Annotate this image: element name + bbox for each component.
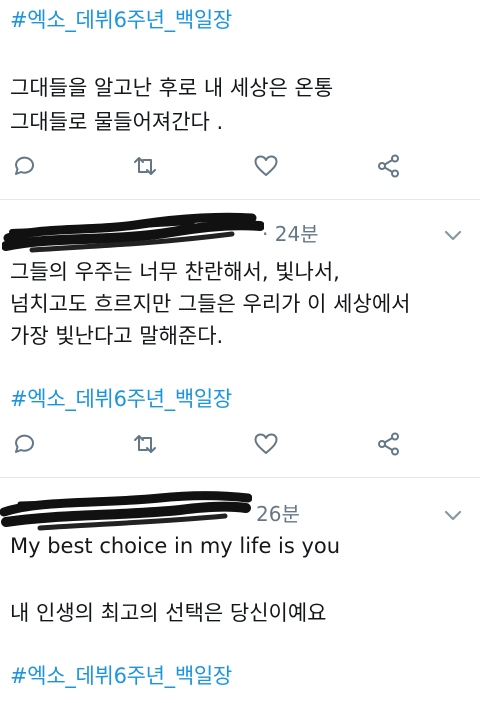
more-options-button[interactable]: [442, 504, 464, 526]
hashtag-link[interactable]: #엑소_데뷔6주년_백일장: [10, 660, 232, 690]
share-icon: [378, 154, 399, 178]
tweet-2[interactable]: · 24분 그들의 우주는 너무 찬란해서, 빛나서, 넘치고도 흐르지만 그들…: [0, 200, 480, 478]
retweet-button[interactable]: [128, 149, 162, 183]
hashtag-link[interactable]: #엑소_데뷔6주년_백일장: [10, 383, 232, 413]
share-button[interactable]: [372, 149, 406, 183]
tweet-1[interactable]: #엑소_데뷔6주년_백일장 그대들을 알고난 후로 내 세상은 온통 그대들로 …: [0, 0, 480, 200]
share-button[interactable]: [372, 427, 406, 461]
reply-button[interactable]: [8, 149, 42, 183]
tweet-text-line: My best choice in my life is you: [10, 534, 341, 558]
like-button[interactable]: [249, 427, 283, 461]
tweet-time: · 24분: [262, 222, 319, 246]
tweet-time: 26분: [256, 502, 300, 526]
tweet-text-line: 내 인생의 최고의 선택은 당신이예요: [10, 601, 327, 625]
like-button[interactable]: [249, 149, 283, 183]
more-options-button[interactable]: [442, 224, 464, 246]
reply-icon: [15, 156, 34, 175]
tweet-text-line: 그대들을 알고난 후로 내 세상은 온통: [10, 76, 334, 100]
tweet-header: 26분: [0, 491, 480, 538]
tweet-actions: [0, 427, 480, 461]
tweet-text-line: 가장 빛난다고 말해준다.: [10, 324, 224, 348]
heart-icon: [254, 155, 278, 176]
tweet-actions: [0, 149, 480, 183]
heart-icon: [254, 433, 278, 454]
tweet-text-line: 넘치고도 흐르지만 그들은 우리가 이 세상에서: [10, 292, 411, 316]
reply-icon: [15, 434, 34, 453]
retweet-button[interactable]: [128, 427, 162, 461]
tweet-text-line: 그대들로 물들어져간다 .: [10, 110, 224, 134]
tweet-text-line: 그들의 우주는 너무 찬란해서, 빛나서,: [10, 260, 340, 284]
reply-button[interactable]: [8, 427, 42, 461]
retweet-icon: [134, 157, 156, 175]
hashtag-link[interactable]: #엑소_데뷔6주년_백일장: [10, 4, 232, 34]
share-icon: [378, 432, 399, 456]
chevron-down-icon: [444, 510, 462, 521]
redacted-username: [2, 212, 264, 253]
retweet-icon: [134, 435, 156, 453]
chevron-down-icon: [444, 230, 462, 241]
tweet-header: · 24분: [0, 212, 480, 258]
redacted-username: [0, 491, 252, 531]
tweet-3[interactable]: 26분 My best choice in my life is you 내 인…: [0, 478, 480, 703]
